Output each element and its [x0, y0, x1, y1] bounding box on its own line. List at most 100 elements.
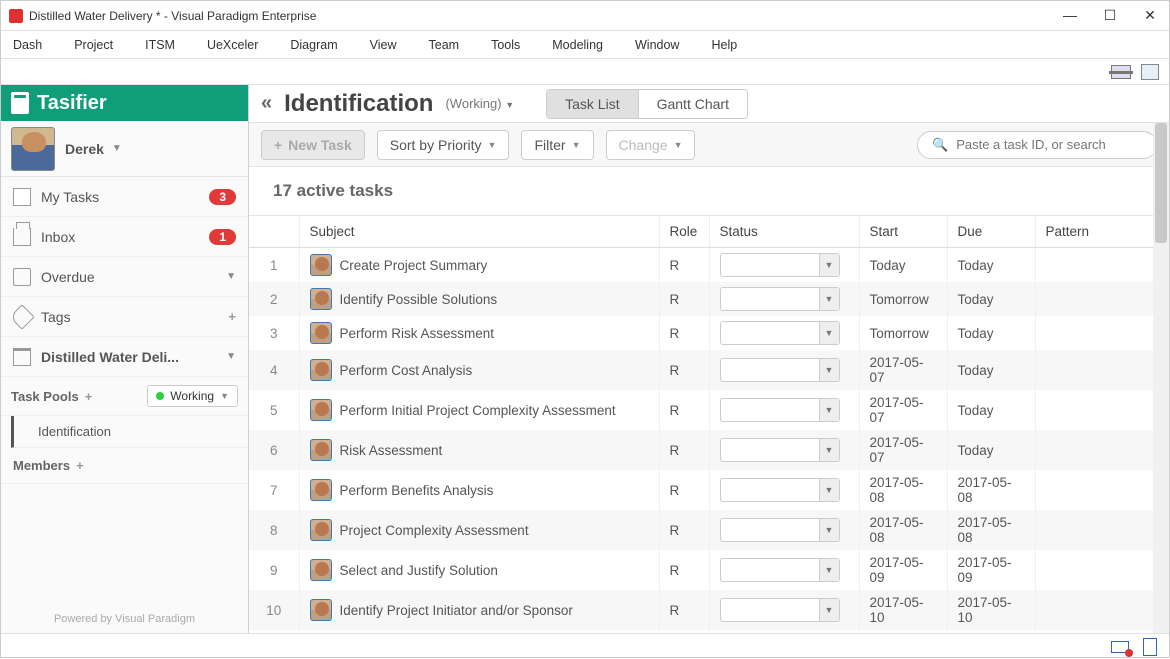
tab-task-list[interactable]: Task List	[547, 90, 637, 118]
cell-role: R	[659, 430, 709, 470]
cell-subject[interactable]: Perform Risk Assessment	[299, 316, 659, 350]
pool-item-identification[interactable]: Identification	[11, 416, 248, 448]
cell-subject[interactable]: Perform Initial Project Complexity Asses…	[299, 390, 659, 430]
sidebar-item-overdue[interactable]: Overdue ▼	[1, 257, 248, 297]
menu-diagram[interactable]: Diagram	[290, 38, 337, 52]
task-pools-row: Task Pools + Working ▼	[1, 377, 248, 416]
menu-help[interactable]: Help	[711, 38, 737, 52]
page-subtitle[interactable]: (Working) ▼	[445, 96, 514, 111]
working-dropdown[interactable]: Working ▼	[147, 385, 238, 407]
chevron-down-icon: ▼	[572, 140, 581, 150]
document-button[interactable]	[1143, 638, 1157, 656]
status-dropdown[interactable]: ▼	[720, 518, 840, 542]
status-dropdown[interactable]: ▼	[720, 321, 840, 345]
cell-start: 2017-05-08	[859, 470, 947, 510]
col-start[interactable]: Start	[859, 216, 947, 248]
status-dropdown[interactable]: ▼	[720, 478, 840, 502]
table-row[interactable]: 10Identify Project Initiator and/or Spon…	[249, 590, 1169, 630]
col-pattern[interactable]: Pattern	[1035, 216, 1169, 248]
cell-subject[interactable]: Create Project Summary	[299, 248, 659, 283]
filter-dropdown[interactable]: Filter▼	[521, 130, 593, 160]
status-dropdown[interactable]: ▼	[720, 287, 840, 311]
cell-due: Today	[947, 248, 1035, 283]
sidebar-item-tags[interactable]: Tags +	[1, 297, 248, 337]
sidebar-item-my-tasks[interactable]: My Tasks 3	[1, 177, 248, 217]
plus-icon[interactable]: +	[85, 389, 93, 404]
status-dropdown[interactable]: ▼	[720, 398, 840, 422]
cell-subject[interactable]: Risk Assessment	[299, 430, 659, 470]
row-number: 4	[249, 350, 299, 390]
status-dropdown[interactable]: ▼	[720, 253, 840, 277]
maximize-button[interactable]: ☐	[1099, 7, 1121, 24]
minimize-button[interactable]: —	[1059, 7, 1081, 24]
assignee-avatar	[310, 439, 332, 461]
cell-start: Tomorrow	[859, 316, 947, 350]
vertical-scrollbar[interactable]	[1153, 123, 1169, 633]
tab-gantt-chart[interactable]: Gantt Chart	[638, 90, 747, 118]
cell-subject[interactable]: Cost Benefit Analysis	[299, 630, 659, 633]
col-role[interactable]: Role	[659, 216, 709, 248]
col-number	[249, 216, 299, 248]
cell-due: 2017-05-10	[947, 590, 1035, 630]
status-dropdown[interactable]: ▼	[720, 598, 840, 622]
col-subject[interactable]: Subject	[299, 216, 659, 248]
sidebar-item-inbox[interactable]: Inbox 1	[1, 217, 248, 257]
subject-text: Perform Initial Project Complexity Asses…	[340, 403, 616, 418]
plus-icon[interactable]: +	[76, 458, 84, 473]
row-number: 10	[249, 590, 299, 630]
cell-status: ▼	[709, 430, 859, 470]
table-row[interactable]: 4Perform Cost AnalysisR▼2017-05-07Today	[249, 350, 1169, 390]
cell-subject[interactable]: Perform Cost Analysis	[299, 350, 659, 390]
table-row[interactable]: 2Identify Possible SolutionsR▼TomorrowTo…	[249, 282, 1169, 316]
cell-subject[interactable]: Perform Benefits Analysis	[299, 470, 659, 510]
menu-itsm[interactable]: ITSM	[145, 38, 175, 52]
sidebar-item-label: Overdue	[41, 269, 216, 285]
collapse-sidebar-icon[interactable]: «	[261, 92, 272, 115]
cell-role: R	[659, 550, 709, 590]
new-task-button[interactable]: +New Task	[261, 130, 365, 160]
tasifier-header: Tasifier	[1, 85, 248, 121]
menu-dash[interactable]: Dash	[13, 38, 42, 52]
menu-team[interactable]: Team	[429, 38, 460, 52]
menu-project[interactable]: Project	[74, 38, 113, 52]
menu-view[interactable]: View	[370, 38, 397, 52]
sort-dropdown[interactable]: Sort by Priority▼	[377, 130, 510, 160]
table-row[interactable]: 1Create Project SummaryR▼TodayToday	[249, 248, 1169, 283]
cell-subject[interactable]: Project Complexity Assessment	[299, 510, 659, 550]
status-dropdown[interactable]: ▼	[720, 358, 840, 382]
titlebar: Distilled Water Delivery * - Visual Para…	[1, 1, 1169, 31]
table-row[interactable]: 3Perform Risk AssessmentR▼TomorrowToday	[249, 316, 1169, 350]
status-dot-icon	[156, 392, 164, 400]
row-number: 9	[249, 550, 299, 590]
assignee-avatar	[310, 254, 332, 276]
mail-button[interactable]	[1111, 641, 1129, 653]
sidebar-item-project[interactable]: Distilled Water Deli... ▼	[1, 337, 248, 377]
table-row[interactable]: 6Risk AssessmentR▼2017-05-07Today	[249, 430, 1169, 470]
menu-tools[interactable]: Tools	[491, 38, 520, 52]
user-row[interactable]: Derek ▼	[1, 121, 248, 177]
scrollbar-thumb[interactable]	[1155, 123, 1167, 243]
table-row[interactable]: 7Perform Benefits AnalysisR▼2017-05-0820…	[249, 470, 1169, 510]
toolbar-icon-1[interactable]	[1111, 65, 1131, 79]
change-dropdown[interactable]: Change▼	[606, 130, 696, 160]
table-row[interactable]: 8Project Complexity AssessmentR▼2017-05-…	[249, 510, 1169, 550]
col-due[interactable]: Due	[947, 216, 1035, 248]
col-status[interactable]: Status	[709, 216, 859, 248]
menu-uexceler[interactable]: UeXceler	[207, 38, 258, 52]
table-row[interactable]: 9Select and Justify SolutionR▼2017-05-09…	[249, 550, 1169, 590]
search-box[interactable]: 🔍	[917, 131, 1157, 159]
toolbar-icon-2[interactable]	[1141, 64, 1159, 80]
menu-window[interactable]: Window	[635, 38, 679, 52]
cell-subject[interactable]: Identify Project Initiator and/or Sponso…	[299, 590, 659, 630]
members-row[interactable]: Members +	[1, 448, 248, 484]
status-dropdown[interactable]: ▼	[720, 438, 840, 462]
plus-icon[interactable]: +	[228, 309, 236, 324]
cell-subject[interactable]: Select and Justify Solution	[299, 550, 659, 590]
menu-modeling[interactable]: Modeling	[552, 38, 603, 52]
close-button[interactable]: ✕	[1139, 7, 1161, 24]
cell-subject[interactable]: Identify Possible Solutions	[299, 282, 659, 316]
search-input[interactable]	[956, 137, 1142, 152]
table-row[interactable]: 5Perform Initial Project Complexity Asse…	[249, 390, 1169, 430]
status-dropdown[interactable]: ▼	[720, 558, 840, 582]
table-row[interactable]: 11Cost Benefit AnalysisR▼2017-05-102017-…	[249, 630, 1169, 633]
